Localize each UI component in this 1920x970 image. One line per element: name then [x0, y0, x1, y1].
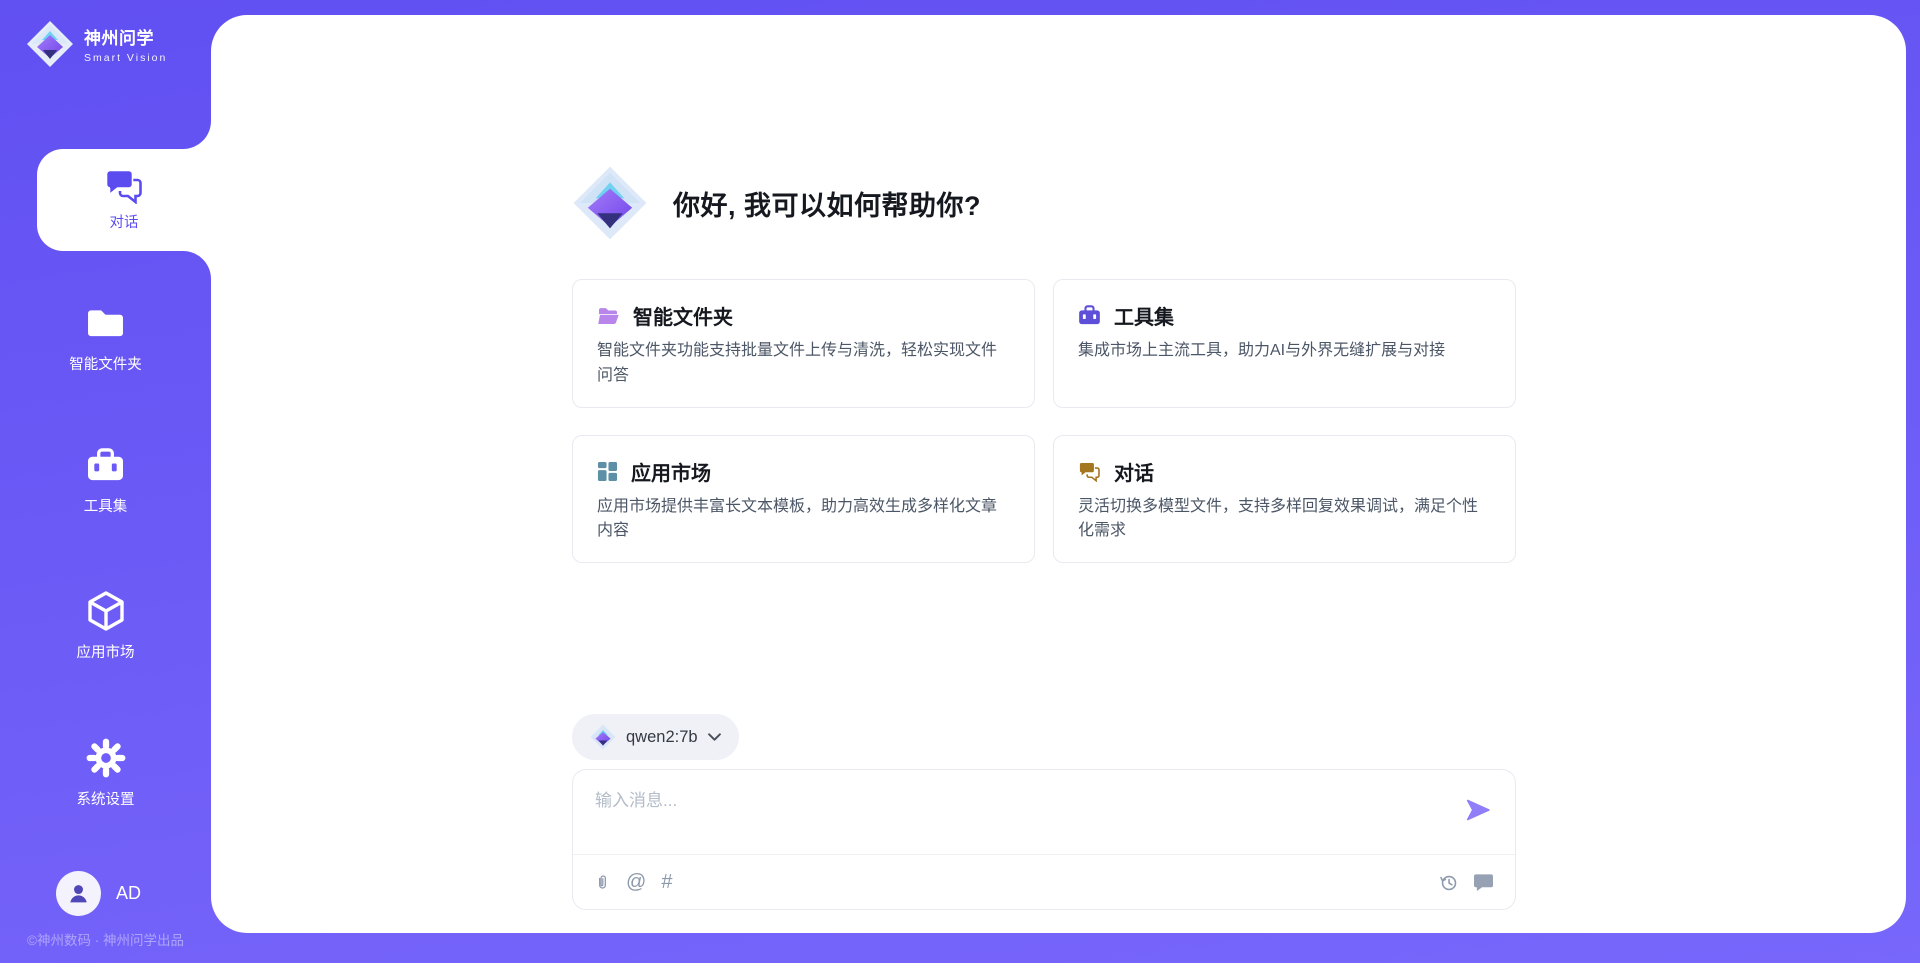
hash-icon[interactable]: # — [661, 872, 672, 892]
card-smart-folder[interactable]: 智能文件夹 智能文件夹功能支持批量文件上传与清洗，轻松实现文件问答 — [572, 279, 1035, 408]
bottom-strip — [0, 963, 1920, 970]
sidebar-item-smart-folder[interactable]: 智能文件夹 — [0, 302, 211, 374]
card-title: 智能文件夹 — [633, 301, 733, 330]
folder-icon — [86, 302, 125, 344]
sidebar-item-label: 智能文件夹 — [69, 353, 142, 374]
tab-curve-top — [183, 121, 211, 149]
feature-cards: 智能文件夹 智能文件夹功能支持批量文件上传与清洗，轻松实现文件问答 工具集 集成… — [572, 279, 1516, 563]
sidebar-item-chat[interactable]: 对话 — [37, 149, 211, 251]
sidebar-item-settings[interactable]: 系统设置 — [0, 737, 211, 809]
chevron-down-icon — [708, 733, 721, 741]
sidebar-item-label: 工具集 — [84, 495, 128, 516]
attachment-icon[interactable] — [594, 872, 611, 892]
card-title: 工具集 — [1114, 301, 1174, 330]
cube-icon — [86, 590, 126, 632]
main-panel: 你好, 我可以如何帮助你? 智能文件夹 智能文件夹功能支持批量文件上传与清洗，轻… — [211, 15, 1906, 933]
tab-curve-bottom — [183, 251, 211, 279]
card-description: 智能文件夹功能支持批量文件上传与清洗，轻松实现文件问答 — [597, 339, 1010, 389]
copyright-footer: ©神州数码 · 神州问学出品 — [0, 929, 211, 949]
model-logo-icon — [590, 724, 616, 750]
avatar — [56, 871, 101, 916]
sidebar-item-label: 对话 — [110, 211, 139, 232]
card-toolbox[interactable]: 工具集 集成市场上主流工具，助力AI与外界无缝扩展与对接 — [1053, 279, 1516, 408]
card-title: 应用市场 — [631, 457, 711, 486]
composer-toolbar: @ # — [573, 854, 1515, 909]
grid-icon — [597, 461, 618, 482]
folder-open-icon — [597, 306, 620, 325]
sidebar: 神州问学 Smart Vision 对话 智能文件夹 — [0, 0, 211, 970]
send-icon[interactable] — [1465, 798, 1491, 822]
chat-icon — [104, 168, 144, 204]
greeting-text: 你好, 我可以如何帮助你? — [673, 184, 981, 223]
toolbox-icon — [86, 444, 125, 486]
card-description: 应用市场提供丰富长文本模板，助力高效生成多样化文章内容 — [597, 495, 1010, 545]
brand: 神州问学 Smart Vision — [26, 20, 167, 68]
quick-reply-icon[interactable] — [1473, 873, 1494, 892]
app-logo-icon — [26, 20, 74, 68]
sidebar-item-toolbox[interactable]: 工具集 — [0, 444, 211, 516]
card-chat[interactable]: 对话 灵活切换多模型文件，支持多样回复效果调试，满足个性化需求 — [1053, 435, 1516, 564]
toolbox-icon — [1078, 305, 1101, 326]
model-name: qwen2:7b — [626, 728, 698, 747]
greeting-block: 你好, 我可以如何帮助你? — [572, 165, 981, 241]
assistant-logo-icon — [572, 165, 648, 241]
sidebar-item-app-market[interactable]: 应用市场 — [0, 590, 211, 662]
mention-icon[interactable]: @ — [626, 872, 646, 892]
brand-name: 神州问学 — [84, 24, 167, 49]
model-selector[interactable]: qwen2:7b — [572, 714, 739, 760]
message-input[interactable] — [595, 786, 1455, 848]
message-composer: @ # — [572, 769, 1516, 910]
sidebar-item-label: 系统设置 — [77, 788, 135, 809]
sidebar-item-label: 应用市场 — [77, 641, 135, 662]
gear-icon — [85, 737, 127, 779]
chat-icon — [1078, 461, 1101, 482]
card-app-market[interactable]: 应用市场 应用市场提供丰富长文本模板，助力高效生成多样化文章内容 — [572, 435, 1035, 564]
user-name: AD — [116, 883, 141, 904]
card-description: 集成市场上主流工具，助力AI与外界无缝扩展与对接 — [1078, 339, 1491, 364]
card-description: 灵活切换多模型文件，支持多样回复效果调试，满足个性化需求 — [1078, 495, 1491, 545]
history-icon[interactable] — [1438, 872, 1459, 893]
user-profile[interactable]: AD — [56, 871, 141, 916]
card-title: 对话 — [1114, 457, 1154, 486]
brand-subtitle: Smart Vision — [84, 52, 167, 64]
